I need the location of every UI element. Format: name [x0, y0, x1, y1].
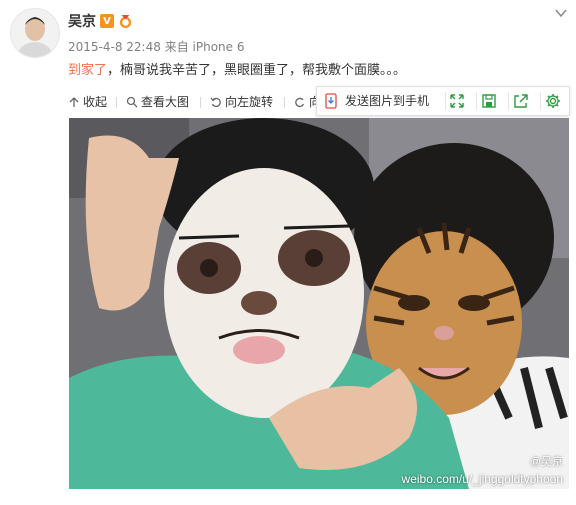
post-text-body: ，楠哥说我辛苦了，黑眼圈重了，帮我敷个面膜。。。 — [107, 63, 407, 78]
send-to-phone-bar: 发送图片到手机 — [316, 86, 570, 116]
post-text-link[interactable]: 到家了 — [68, 63, 107, 78]
collapse-button[interactable]: 收起 — [68, 93, 107, 110]
watermark-url: weibo.com/u/_jinggoldtyphoon — [401, 472, 563, 486]
rotate-right-icon — [295, 97, 305, 107]
post-meta: 2015-4-8 22:48 来自 iPhone 6 — [68, 38, 244, 55]
expand-icon — [450, 94, 464, 108]
avatar[interactable] — [10, 8, 60, 58]
verified-badge[interactable]: V — [100, 14, 114, 28]
send-to-phone-label: 发送图片到手机 — [345, 94, 430, 108]
post-timestamp[interactable]: 2015-4-8 22:48 — [68, 40, 161, 54]
medal-icon[interactable] — [118, 14, 133, 29]
collapse-icon — [69, 96, 79, 107]
watermark-handle: @吴京 — [529, 456, 563, 468]
post-photo[interactable]: @吴京 weibo.com/u/_jinggoldtyphoon — [69, 118, 569, 489]
post-text: 到家了，楠哥说我辛苦了，黑眼圈重了，帮我敷个面膜。。。 — [68, 59, 406, 78]
user-name[interactable]: 吴京 — [68, 11, 96, 31]
send-to-phone-button[interactable]: 发送图片到手机 — [323, 92, 429, 109]
save-button[interactable] — [478, 90, 500, 112]
view-large-button[interactable]: 查看大图 — [126, 93, 189, 110]
rotate-left-button[interactable]: 向左旋转 — [210, 93, 273, 110]
share-icon — [514, 94, 528, 108]
photo-illustration — [69, 118, 569, 489]
share-button[interactable] — [510, 90, 532, 112]
rotate-left-icon — [210, 97, 221, 107]
gear-icon — [546, 94, 560, 108]
view-large-label: 查看大图 — [141, 95, 190, 109]
rotate-left-label: 向左旋转 — [225, 95, 274, 109]
collapse-label: 收起 — [83, 95, 108, 109]
post-source[interactable]: 来自 iPhone 6 — [165, 40, 245, 54]
settings-button[interactable] — [542, 90, 564, 112]
save-icon — [482, 94, 496, 108]
expand-button[interactable] — [446, 90, 468, 112]
send-to-phone-icon — [325, 92, 337, 109]
zoom-icon — [126, 96, 138, 107]
chevron-down-icon[interactable] — [554, 6, 568, 20]
